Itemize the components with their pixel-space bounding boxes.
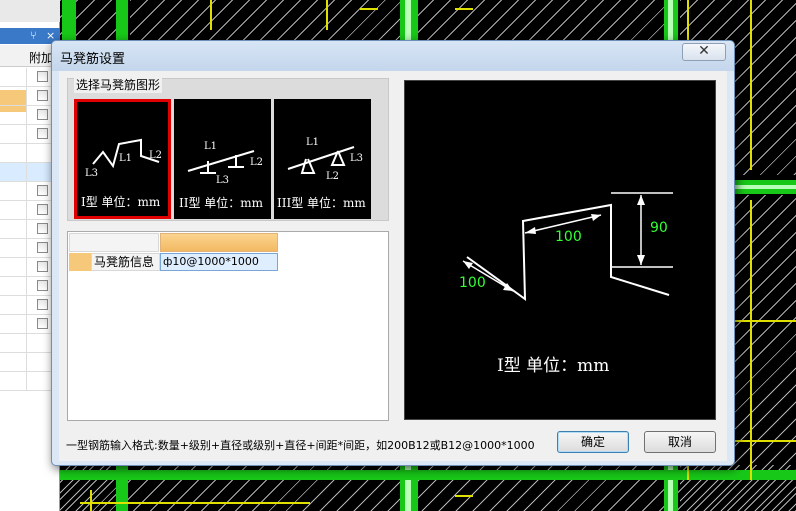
row-checkbox[interactable] [37,223,48,234]
row-divider [26,87,27,106]
row-checkbox[interactable] [37,242,48,253]
row-divider [26,144,27,163]
label-l1: L1 [306,137,319,148]
row-divider [26,106,27,125]
row-checkbox[interactable] [37,318,48,329]
label-l3: L3 [350,153,363,164]
dim-left-label: 100 [459,275,486,291]
row-checkbox[interactable] [37,280,48,291]
close-icon: ✕ [698,43,710,59]
row-divider [26,182,27,201]
row-checkbox[interactable] [37,90,48,101]
column-header-label: 附加 [29,51,54,65]
panel-toolbar [0,0,60,22]
grid-column-header [160,233,278,252]
shape-caption: II型 单位：mm [179,195,264,210]
label-l3: L3 [216,175,229,186]
dim-vertical-label: 90 [650,220,668,236]
row-divider [26,315,27,334]
type-1-diagram: L1 L2 L3 I型 单位：mm [81,138,162,209]
row-divider [26,353,27,372]
shape-caption: III型 单位：mm [277,195,366,210]
rebar-info-value[interactable]: ф10@1000*1000 [160,253,278,271]
label-l1: L1 [204,141,217,152]
row-divider [26,372,27,391]
row-checkbox[interactable] [37,128,48,139]
dialog-titlebar[interactable]: 马凳筋设置 ✕ [52,41,734,71]
shape-selection-group: 选择马凳筋图形 L1 L2 L3 I型 单位：mm L1 L2 L3 II型 单… [67,76,389,221]
dialog-title: 马凳筋设置 [60,52,126,67]
dialog-body: 选择马凳筋图形 L1 L2 L3 I型 单位：mm L1 L2 L3 II型 单… [59,71,727,461]
row-divider [26,277,27,296]
group-label: 选择马凳筋图形 [74,76,163,93]
row-checkbox[interactable] [37,204,48,215]
dim-top-label: 100 [555,229,582,245]
row-checkbox[interactable] [37,185,48,196]
close-button[interactable]: ✕ [682,43,726,61]
type-2-diagram: L1 L2 L3 II型 单位：mm [179,141,264,210]
type-3-diagram: L1 L2 L3 III型 单位：mm [277,137,366,210]
row-divider [26,125,27,144]
pin-icon[interactable]: ⑂ [30,29,37,42]
rebar-info-grid: 马凳筋信息 ф10@1000*1000 [67,231,389,421]
mattress-rebar-dialog: 马凳筋设置 ✕ 选择马凳筋图形 L1 L2 L3 I型 单位：mm L1 L2 … [51,40,735,466]
label-l2: L2 [326,171,339,182]
row-divider [26,68,27,87]
ok-button[interactable]: 确定 [557,431,629,453]
row-divider [26,334,27,353]
rebar-info-label: 马凳筋信息 [91,253,160,271]
row-divider [26,201,27,220]
row-divider [26,163,27,182]
label-l2: L2 [149,150,162,161]
preview-caption: I型 单位：mm [497,356,609,376]
shape-option-type-3[interactable]: L1 L2 L3 III型 单位：mm [274,99,371,219]
shape-caption: I型 单位：mm [81,194,161,209]
input-format-hint: 一型钢筋输入格式:数量+级别+直径或级别+直径+间距*间距，如200B12或B1… [66,439,535,452]
shape-option-type-2[interactable]: L1 L2 L3 II型 单位：mm [174,99,271,219]
shape-preview: 90 100 100 I型 单位：mm [404,80,716,420]
label-l2: L2 [250,157,263,168]
row-divider [26,239,27,258]
row-checkbox[interactable] [37,71,48,82]
row-divider [26,258,27,277]
grid-corner [69,233,159,252]
row-divider [26,296,27,315]
row-divider [26,220,27,239]
cancel-button[interactable]: 取消 [644,431,716,453]
row-checkbox[interactable] [37,109,48,120]
label-l1: L1 [119,153,132,164]
shape-option-type-1[interactable]: L1 L2 L3 I型 单位：mm [74,99,171,219]
row-checkbox[interactable] [37,261,48,272]
row-checkbox[interactable] [37,299,48,310]
label-l3: L3 [85,168,98,179]
grid-row-header [69,253,91,271]
preview-diagram: 90 100 100 I型 单位：mm [459,192,673,376]
